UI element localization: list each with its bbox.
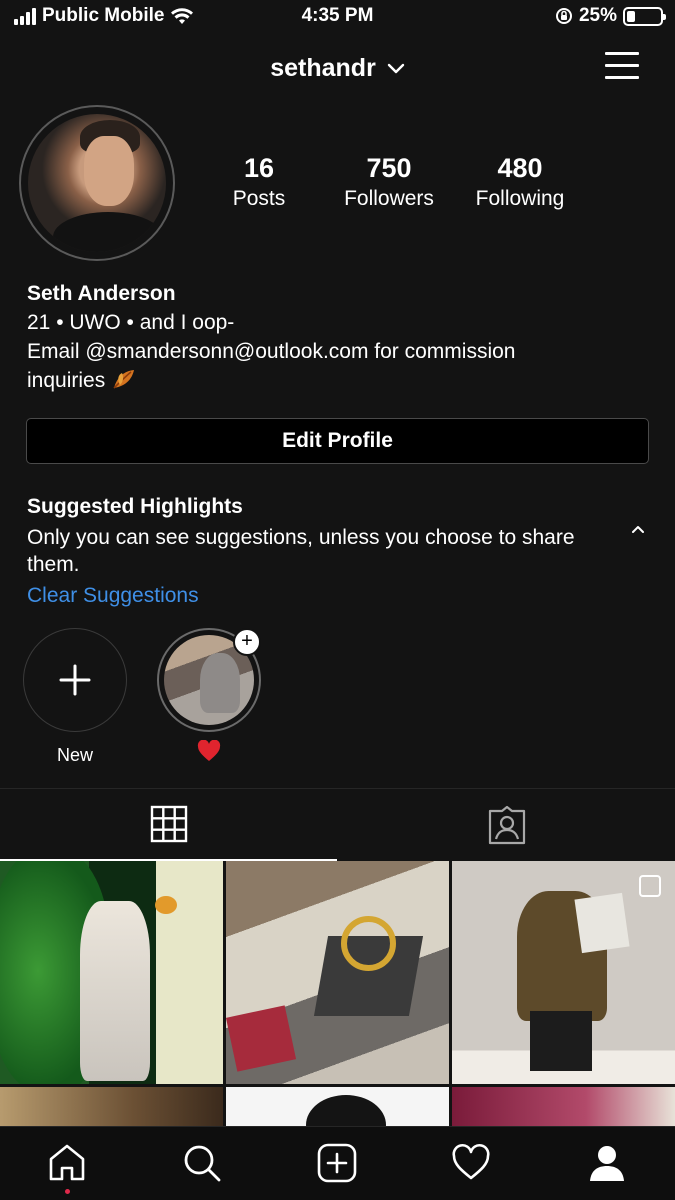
add-highlight-icon[interactable]: + — [233, 628, 261, 656]
followers-label: Followers — [344, 187, 434, 210]
hamburger-menu-icon[interactable] — [605, 52, 639, 82]
home-icon — [49, 1144, 85, 1181]
heart-icon — [452, 1143, 490, 1180]
nav-new-post[interactable] — [315, 1141, 359, 1185]
bio-line: Email @smandersonn@outlook.com for commi… — [27, 340, 516, 363]
tab-posts-grid[interactable] — [0, 789, 337, 861]
battery-level — [627, 10, 635, 22]
followers-stat[interactable]: 750 Followers — [324, 152, 454, 214]
nav-search[interactable] — [180, 1141, 224, 1185]
chevron-down-icon — [387, 64, 404, 74]
orientation-lock-icon — [555, 8, 572, 24]
notification-dot — [65, 1189, 70, 1194]
post-thumbnail[interactable] — [452, 861, 675, 1084]
nav-home[interactable] — [45, 1141, 89, 1194]
new-highlight[interactable]: New — [22, 628, 128, 766]
suggested-highlight-circle: + — [157, 628, 261, 732]
profile-header: sethandr — [0, 48, 675, 92]
posts-stat[interactable]: 16 Posts — [194, 152, 324, 214]
suggested-highlights: Suggested Highlights Only you can see su… — [27, 493, 617, 610]
account-switcher[interactable]: sethandr — [0, 54, 675, 83]
avatar[interactable] — [19, 105, 175, 261]
bottom-nav — [0, 1126, 675, 1200]
battery-icon — [623, 6, 666, 26]
clear-suggestions-link[interactable]: Clear Suggestions — [27, 582, 617, 610]
display-name: Seth Anderson — [27, 282, 176, 305]
username: sethandr — [270, 54, 376, 82]
profile-tabs — [0, 788, 675, 861]
red-heart-icon — [197, 740, 221, 761]
fallen-leaf-icon — [113, 370, 135, 389]
suggested-highlights-title: Suggested Highlights — [27, 495, 243, 518]
new-highlight-circle — [23, 628, 127, 732]
status-right: 25% — [555, 5, 666, 27]
bio-line-last: inquiries — [27, 366, 647, 395]
post-thumbnail[interactable] — [226, 861, 449, 1084]
suggested-highlight[interactable]: + — [156, 628, 262, 762]
post-thumbnail[interactable] — [0, 861, 223, 1084]
post-thumbnail[interactable] — [0, 1087, 223, 1131]
post-thumbnail[interactable] — [452, 1087, 675, 1131]
profile-icon — [590, 1146, 624, 1181]
following-count: 480 — [497, 153, 543, 183]
edit-profile-button[interactable]: Edit Profile — [26, 418, 649, 464]
new-highlight-label: New — [56, 745, 93, 765]
grid-icon — [150, 805, 187, 843]
nav-profile[interactable] — [585, 1141, 629, 1185]
plus-icon — [59, 664, 90, 695]
carousel-icon — [639, 875, 661, 897]
followers-count: 750 — [366, 153, 412, 183]
battery-percent: 25% — [578, 5, 617, 26]
status-bar: Public Mobile 4:35 PM 25% — [0, 0, 675, 34]
bio-line: 21 • UWO • and I oop- — [27, 311, 235, 334]
chevron-up-icon[interactable] — [629, 523, 647, 535]
add-post-icon — [317, 1143, 357, 1183]
posts-count: 16 — [243, 153, 275, 183]
search-icon — [184, 1145, 221, 1182]
bio: Seth Anderson 21 • UWO • and I oop- Emai… — [27, 279, 647, 395]
posts-grid — [0, 861, 675, 1131]
following-label: Following — [475, 187, 565, 210]
posts-label: Posts — [232, 187, 286, 210]
nav-activity[interactable] — [449, 1141, 493, 1185]
tab-tagged[interactable] — [338, 789, 675, 861]
tagged-icon — [488, 805, 525, 845]
following-stat[interactable]: 480 Following — [455, 152, 585, 214]
post-thumbnail[interactable] — [226, 1087, 449, 1131]
bio-line: inquiries — [27, 369, 106, 392]
suggested-highlights-description: Only you can see suggestions, unless you… — [27, 526, 575, 576]
profile-photo — [28, 114, 166, 252]
